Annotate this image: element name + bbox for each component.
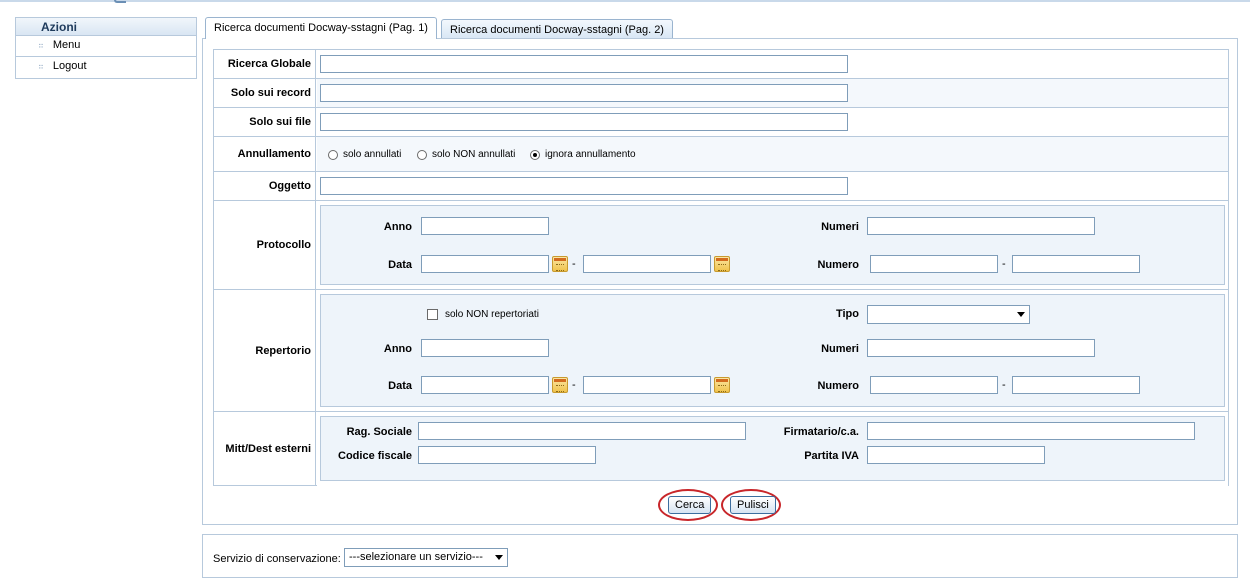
row-protocollo: Protocollo Anno Data - Numeri Numero -: [214, 201, 1228, 290]
repertorio-data-label: Data: [388, 380, 412, 392]
radio-circle: [417, 149, 427, 160]
partita-iva-input[interactable]: [867, 446, 1045, 464]
ricerca-globale-input[interactable]: [320, 55, 848, 73]
sidebar-item-label: Menu: [52, 39, 81, 51]
repertorio-data-da-input[interactable]: [421, 376, 549, 394]
partita-iva-label: Partita IVA: [804, 450, 859, 462]
repertorio-numero-a-input[interactable]: [1012, 376, 1140, 394]
codice-fiscale-input[interactable]: [418, 446, 596, 464]
radio-ignora-annullamento[interactable]: ignora annullamento: [530, 149, 636, 160]
repertorio-tipo-label: Tipo: [835, 308, 859, 320]
sidebar-item-logout[interactable]: ⠶ Logout: [16, 57, 196, 78]
row-oggetto: Oggetto: [214, 172, 1228, 201]
row-repertorio: Repertorio solo NON repertoriati Tipo An…: [214, 290, 1228, 412]
repertorio-anno-input[interactable]: [421, 339, 549, 357]
logo-fragment: [114, 0, 126, 3]
row-solo-record: Solo sui record: [214, 79, 1228, 108]
repertorio-anno-label: Anno: [383, 343, 412, 355]
tab-pag-1[interactable]: Ricerca documenti Docway-sstagni (Pag. 1…: [205, 17, 437, 39]
repertorio-data-a-input[interactable]: [583, 376, 711, 394]
repertorio-numero-label: Numero: [817, 380, 859, 392]
pulisci-button[interactable]: Pulisci: [730, 496, 776, 514]
mitt-dest-box: Rag. Sociale Codice fiscale Firmatario/c…: [320, 416, 1225, 481]
protocollo-data-a-input[interactable]: [583, 255, 711, 273]
protocollo-box: Anno Data - Numeri Numero -: [320, 205, 1225, 285]
chevron-down-icon: [1017, 312, 1025, 317]
cerca-button[interactable]: Cerca: [668, 496, 712, 514]
range-separator: -: [1002, 379, 1006, 391]
label-ricerca-globale: Ricerca Globale: [214, 50, 316, 78]
sidebar-item-menu[interactable]: ⠶ Menu: [16, 36, 196, 57]
rag-sociale-label: Rag. Sociale: [346, 426, 412, 438]
label-repertorio: Repertorio: [214, 290, 316, 411]
calendar-icon[interactable]: [552, 377, 568, 393]
row-solo-file: Solo sui file: [214, 108, 1228, 137]
radio-solo-non-annullati[interactable]: solo NON annullati: [417, 149, 515, 160]
top-border: [0, 0, 1250, 2]
range-separator: -: [1002, 258, 1006, 270]
radio-label: ignora annullamento: [545, 149, 636, 160]
label-solo-file: Solo sui file: [214, 108, 316, 136]
sidebar: Azioni ⠶ Menu ⠶ Logout: [15, 17, 197, 79]
search-panel: Ricerca Globale Solo sui record Solo sui…: [202, 38, 1238, 525]
solo-file-input[interactable]: [320, 113, 848, 131]
solo-non-repertoriati-checkbox[interactable]: solo NON repertoriati: [427, 309, 539, 320]
label-oggetto: Oggetto: [214, 172, 316, 200]
select-value: ---selezionare un servizio---: [349, 551, 483, 563]
bullet-icon: ⠶: [38, 61, 44, 71]
radio-circle-checked: [530, 149, 540, 160]
checkbox-box: [427, 309, 438, 320]
label-annullamento: Annullamento: [214, 137, 316, 171]
calendar-icon[interactable]: [714, 256, 730, 272]
protocollo-numero-a-input[interactable]: [1012, 255, 1140, 273]
calendar-icon[interactable]: [552, 256, 568, 272]
servizio-label: Servizio di conservazione:: [213, 553, 341, 565]
servizio-select[interactable]: ---selezionare un servizio---: [344, 548, 508, 567]
protocollo-numero-label: Numero: [817, 259, 859, 271]
radio-solo-annullati[interactable]: solo annullati: [328, 149, 401, 160]
row-annullamento: Annullamento solo annullati solo NON ann…: [214, 137, 1228, 172]
sidebar-item-label: Logout: [52, 60, 87, 72]
protocollo-numeri-label: Numeri: [821, 221, 859, 233]
protocollo-anno-label: Anno: [383, 221, 412, 233]
radio-circle: [328, 149, 338, 160]
range-separator: -: [572, 258, 576, 270]
protocollo-data-label: Data: [388, 259, 412, 271]
bullet-icon: ⠶: [38, 40, 44, 50]
rag-sociale-input[interactable]: [418, 422, 746, 440]
codice-fiscale-label: Codice fiscale: [338, 450, 412, 462]
repertorio-tipo-select[interactable]: [867, 305, 1030, 324]
solo-record-input[interactable]: [320, 84, 848, 102]
row-ricerca-globale: Ricerca Globale: [214, 50, 1228, 79]
repertorio-numero-da-input[interactable]: [870, 376, 998, 394]
repertorio-numeri-input[interactable]: [867, 339, 1095, 357]
label-protocollo: Protocollo: [214, 201, 316, 289]
tab-pag-2[interactable]: Ricerca documenti Docway-sstagni (Pag. 2…: [441, 19, 673, 40]
chevron-down-icon: [495, 555, 503, 560]
sidebar-title: Azioni: [16, 18, 196, 36]
servizio-panel: Servizio di conservazione: ---selezionar…: [202, 534, 1238, 578]
oggetto-input[interactable]: [320, 177, 848, 195]
radio-label: solo annullati: [343, 149, 402, 160]
label-solo-record: Solo sui record: [214, 79, 316, 107]
label-mitt-dest: Mitt/Dest esterni: [214, 412, 316, 486]
protocollo-data-da-input[interactable]: [421, 255, 549, 273]
row-mitt-dest: Mitt/Dest esterni Rag. Sociale Codice fi…: [214, 412, 1228, 486]
repertorio-box: solo NON repertoriati Tipo Anno Numeri D…: [320, 294, 1225, 407]
firmatario-input[interactable]: [867, 422, 1195, 440]
range-separator: -: [572, 379, 576, 391]
protocollo-numero-da-input[interactable]: [870, 255, 998, 273]
repertorio-numeri-label: Numeri: [821, 343, 859, 355]
firmatario-label: Firmatario/c.a.: [783, 426, 859, 438]
radio-label: solo NON annullati: [432, 149, 516, 160]
calendar-icon[interactable]: [714, 377, 730, 393]
protocollo-numeri-input[interactable]: [867, 217, 1095, 235]
protocollo-anno-input[interactable]: [421, 217, 549, 235]
search-form: Ricerca Globale Solo sui record Solo sui…: [213, 49, 1229, 486]
checkbox-label: solo NON repertoriati: [445, 309, 539, 320]
